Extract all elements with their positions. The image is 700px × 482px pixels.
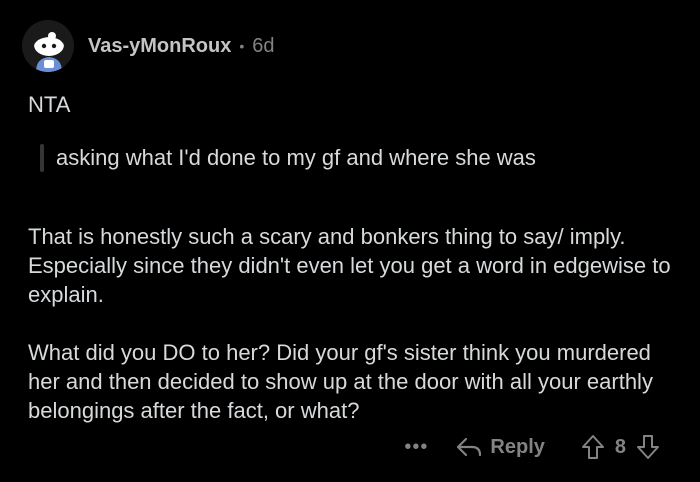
comment: Vas-yMonRoux • 6d NTA asking what I'd do… (0, 0, 700, 482)
comment-header: Vas-yMonRoux • 6d (22, 16, 275, 76)
comment-verdict: NTA (28, 92, 71, 117)
online-indicator-icon (48, 32, 56, 40)
downvote-button[interactable] (636, 434, 660, 460)
comment-meta: Vas-yMonRoux • 6d (88, 35, 275, 58)
comment-age: 6d (252, 34, 275, 57)
quote-text: asking what I'd done to my gf and where … (56, 145, 536, 170)
downvote-arrow-icon (637, 435, 659, 459)
vote-score: 8 (614, 435, 626, 458)
reply-arrow-icon (457, 437, 482, 457)
quote-bar (40, 144, 44, 172)
username-link[interactable]: Vas-yMonRoux (88, 35, 231, 58)
snoo-avatar-icon (22, 20, 74, 72)
blockquote: asking what I'd done to my gf and where … (40, 144, 680, 172)
comment-paragraph: That is honestly such a scary and bonker… (28, 224, 671, 307)
vote-controls: 8 (581, 434, 660, 460)
comment-paragraph: What did you DO to her? Did your gf's si… (28, 340, 653, 423)
reply-label: Reply (490, 435, 545, 458)
upvote-button[interactable] (581, 434, 605, 460)
comment-actions: ••• Reply 8 (404, 430, 660, 464)
avatar[interactable] (22, 20, 74, 72)
upvote-arrow-icon (581, 435, 604, 459)
reply-button[interactable]: Reply (456, 435, 545, 459)
more-options-button[interactable]: ••• (404, 436, 428, 459)
meta-separator: • (239, 38, 245, 54)
